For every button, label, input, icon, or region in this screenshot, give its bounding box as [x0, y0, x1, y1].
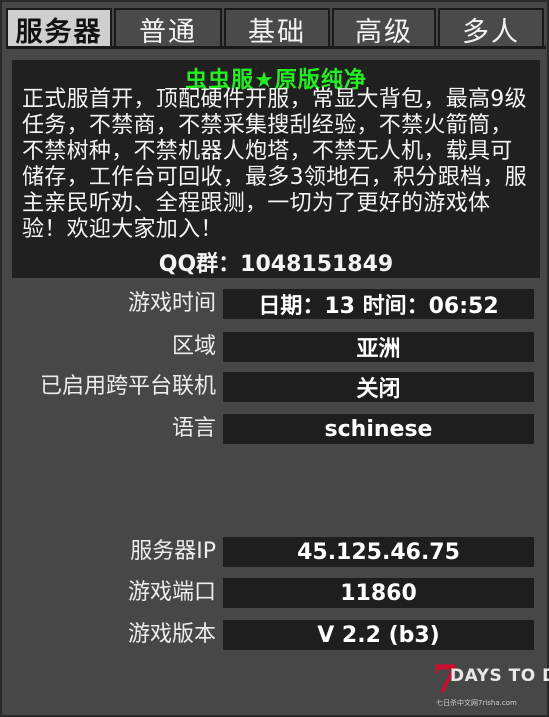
- tab-server[interactable]: 服务器: [6, 8, 112, 48]
- tab-advanced[interactable]: 高级: [332, 8, 436, 48]
- info-row-server-ip: 服务器IP 45.125.46.75: [2, 537, 549, 567]
- logo-subtext: 七日杀中文网7risha.com: [436, 699, 517, 707]
- server-ip-label: 服务器IP: [130, 539, 216, 564]
- region-label: 区域: [171, 334, 216, 359]
- region-value: 亚洲: [223, 332, 534, 362]
- info-row-crossplay: 已启用跨平台联机 关闭: [2, 372, 549, 402]
- logo-text: DAYS TO DIE: [450, 666, 549, 686]
- crossplay-label: 已启用跨平台联机: [39, 374, 216, 399]
- info-row-game-port: 游戏端口 11860: [2, 578, 549, 608]
- game-time-label: 游戏时间: [127, 291, 216, 316]
- info-row-region: 区域 亚洲: [2, 332, 549, 362]
- info-row-game-time: 游戏时间 日期：13 时间：06:52: [2, 289, 549, 319]
- server-description: 正式服首开，顶配硬件开服，常显大背包，最高9级任务，不禁商，不禁采集搜刮经验，不…: [22, 87, 527, 242]
- game-version-value: V 2.2 (b3): [223, 620, 534, 650]
- tab-multiplayer[interactable]: 多人: [438, 8, 544, 48]
- tab-general[interactable]: 普通: [114, 8, 222, 48]
- server-ip-value: 45.125.46.75: [223, 537, 534, 567]
- tab-divider: [6, 46, 546, 49]
- server-description-box: 虫虫服★原版纯净 正式服首开，顶配硬件开服，常显大背包，最高9级任务，不禁商，不…: [12, 60, 540, 278]
- tab-basic[interactable]: 基础: [224, 8, 330, 48]
- game-port-label: 游戏端口: [127, 580, 216, 605]
- game-version-label: 游戏版本: [127, 622, 216, 647]
- game-logo: 7 DAYS TO DIE 七日杀中文网7risha.com: [430, 660, 549, 712]
- language-label: 语言: [171, 416, 216, 441]
- crossplay-value: 关闭: [223, 372, 534, 402]
- tab-bar: 服务器 普通 基础 高级 多人: [6, 8, 546, 48]
- server-qq-group: QQ群：1048151849: [158, 252, 394, 277]
- info-row-game-version: 游戏版本 V 2.2 (b3): [2, 620, 549, 650]
- game-port-value: 11860: [223, 578, 534, 608]
- language-value: schinese: [223, 414, 534, 444]
- server-info-panel: 服务器 普通 基础 高级 多人 虫虫服★原版纯净 正式服首开，顶配硬件开服，常显…: [0, 0, 549, 717]
- info-row-language: 语言 schinese: [2, 414, 549, 444]
- game-time-value: 日期：13 时间：06:52: [223, 289, 534, 319]
